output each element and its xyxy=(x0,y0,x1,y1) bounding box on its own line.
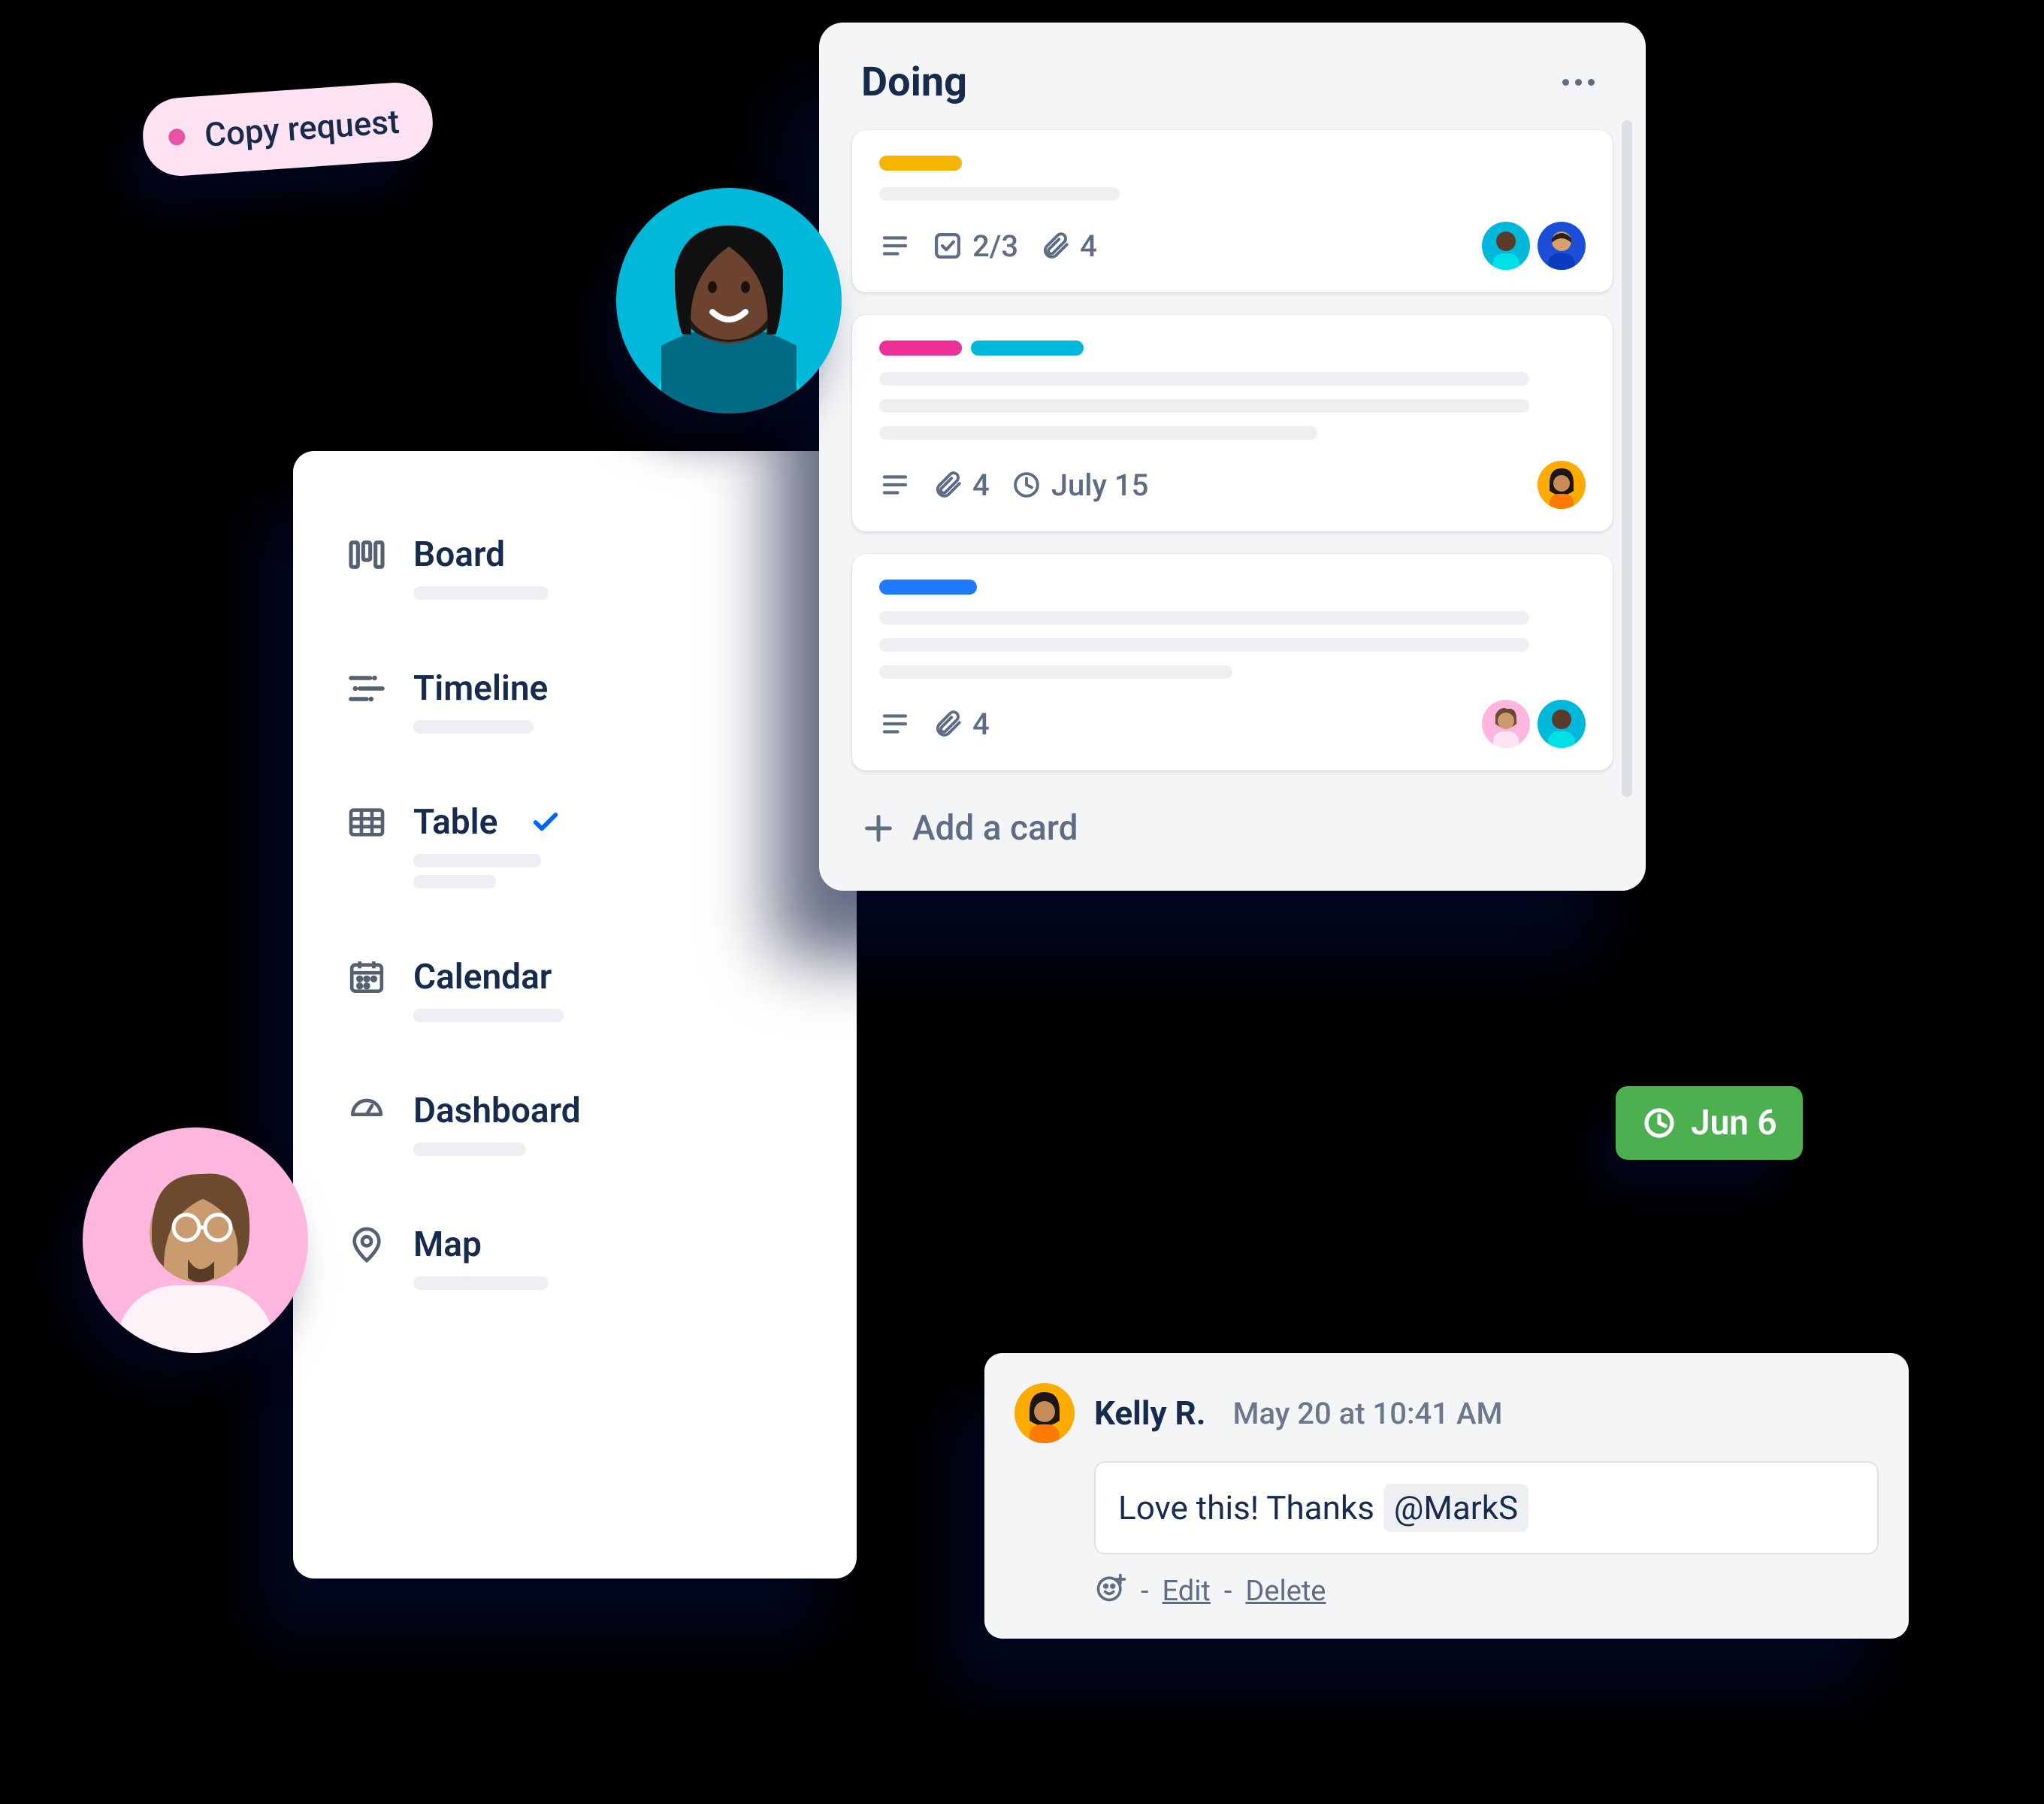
member-avatar[interactable] xyxy=(1538,461,1586,509)
view-item-dashboard[interactable]: Dashboard xyxy=(346,1090,804,1156)
add-card-button[interactable]: Add a card xyxy=(852,796,1613,861)
list-menu-button[interactable] xyxy=(1553,70,1604,95)
list-doing: Doing 2/3 xyxy=(819,23,1646,891)
description-icon xyxy=(879,708,911,740)
comment-author-name[interactable]: Kelly R. xyxy=(1094,1394,1206,1433)
floating-avatar xyxy=(83,1128,308,1353)
timeline-icon xyxy=(346,667,388,710)
dashboard-icon xyxy=(346,1090,388,1132)
card-label[interactable] xyxy=(971,341,1084,356)
due-date-badge-floating[interactable]: Jun 6 xyxy=(1616,1086,1803,1160)
tag-label: Copy request xyxy=(203,102,401,155)
card[interactable]: 4 July 15 xyxy=(852,315,1613,531)
view-item-calendar[interactable]: Calendar xyxy=(346,956,804,1022)
checklist-badge: 2/3 xyxy=(932,229,1018,264)
dot-icon xyxy=(168,129,186,146)
comment-edit-button[interactable]: Edit xyxy=(1163,1575,1211,1608)
view-label: Timeline xyxy=(413,668,548,709)
comment-body[interactable]: Love this! Thanks @MarkS xyxy=(1094,1461,1879,1554)
view-item-map[interactable]: Map xyxy=(346,1224,804,1290)
comment-text: Love this! Thanks xyxy=(1118,1488,1374,1527)
card-label[interactable] xyxy=(879,341,962,356)
mention[interactable]: @MarkS xyxy=(1383,1484,1528,1532)
view-label: Board xyxy=(413,534,505,575)
member-avatar[interactable] xyxy=(1482,700,1530,748)
due-date-text: Jun 6 xyxy=(1691,1103,1777,1143)
view-label: Calendar xyxy=(413,957,552,997)
calendar-icon xyxy=(346,956,388,998)
add-card-label: Add a card xyxy=(912,808,1078,849)
card-label[interactable] xyxy=(879,156,962,171)
table-icon xyxy=(346,801,388,843)
map-pin-icon xyxy=(346,1224,388,1266)
attachments-badge: 4 xyxy=(932,707,990,742)
due-date-badge: July 15 xyxy=(1011,468,1149,503)
list-title[interactable]: Doing xyxy=(861,59,967,106)
comment-author-avatar[interactable] xyxy=(1014,1383,1075,1443)
description-icon xyxy=(879,230,911,262)
view-label: Dashboard xyxy=(413,1091,581,1131)
attachments-badge: 4 xyxy=(932,468,990,503)
tag-copy-request[interactable]: Copy request xyxy=(141,80,435,179)
clock-icon xyxy=(1641,1105,1677,1141)
card[interactable]: 4 xyxy=(852,554,1613,770)
check-icon xyxy=(531,807,561,837)
member-avatar[interactable] xyxy=(1538,700,1586,748)
comment-timestamp: May 20 at 10:41 AM xyxy=(1233,1396,1503,1431)
member-avatar[interactable] xyxy=(1538,222,1586,270)
description-icon xyxy=(879,469,911,501)
view-item-table[interactable]: Table xyxy=(346,801,804,888)
view-label: Map xyxy=(413,1224,482,1265)
view-item-timeline[interactable]: Timeline xyxy=(346,667,804,734)
floating-avatar xyxy=(616,188,842,413)
card[interactable]: 2/3 4 xyxy=(852,130,1613,292)
comment: Kelly R. May 20 at 10:41 AM Love this! T… xyxy=(984,1353,1909,1639)
plus-icon xyxy=(861,811,896,846)
attachments-badge: 4 xyxy=(1039,229,1097,264)
card-label[interactable] xyxy=(879,580,977,595)
member-avatar[interactable] xyxy=(1482,222,1530,270)
comment-delete-button[interactable]: Delete xyxy=(1245,1575,1326,1608)
view-item-board[interactable]: Board xyxy=(346,534,804,600)
board-icon xyxy=(346,534,388,576)
scrollbar[interactable] xyxy=(1622,120,1632,797)
add-reaction-button[interactable] xyxy=(1094,1571,1127,1612)
views-panel: Board Timeline xyxy=(293,451,857,1578)
view-label: Table xyxy=(413,802,497,843)
